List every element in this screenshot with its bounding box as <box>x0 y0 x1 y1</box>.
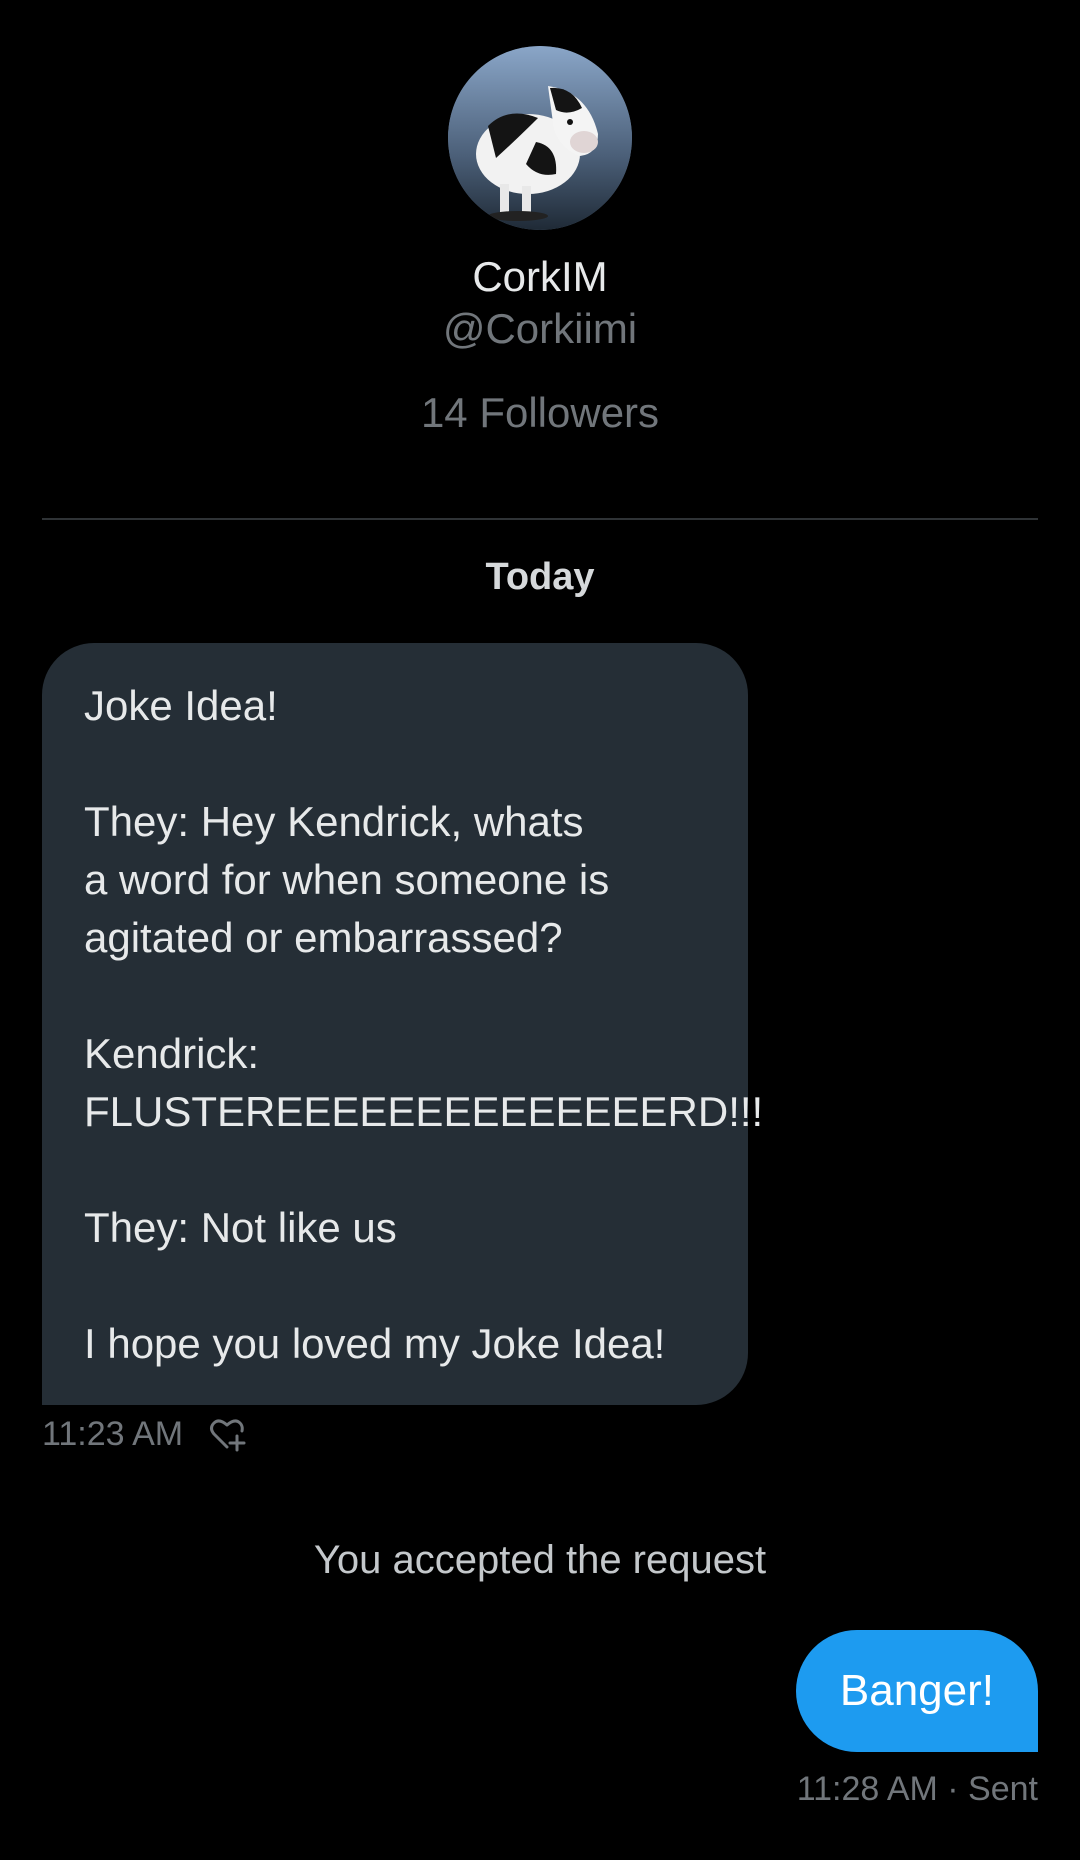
cow-avatar-image <box>448 46 632 230</box>
user-handle: @Corkiimi <box>442 305 638 352</box>
divider <box>42 518 1038 520</box>
avatar[interactable] <box>448 46 632 230</box>
system-message: You accepted the request <box>313 1538 767 1582</box>
profile-header: CorkIM @Corkiimi 14 Followers <box>0 46 1080 438</box>
date-separator: Today <box>485 556 595 598</box>
incoming-message-bubble[interactable]: Joke Idea! They: Hey Kendrick, whats a w… <box>42 643 763 1405</box>
display-name: CorkIM <box>472 253 608 300</box>
incoming-message-meta: 11:23 AM <box>42 1414 247 1454</box>
followers-count[interactable]: 14 Followers <box>0 388 1080 438</box>
outgoing-message-status: 11:28 AM · Sent <box>796 1770 1038 1808</box>
outgoing-message-bubble[interactable]: Banger! <box>795 1630 1038 1752</box>
outgoing-message-text: Banger! <box>839 1666 994 1715</box>
heart-plus-icon[interactable] <box>207 1414 247 1454</box>
incoming-message-time: 11:23 AM <box>42 1414 184 1453</box>
